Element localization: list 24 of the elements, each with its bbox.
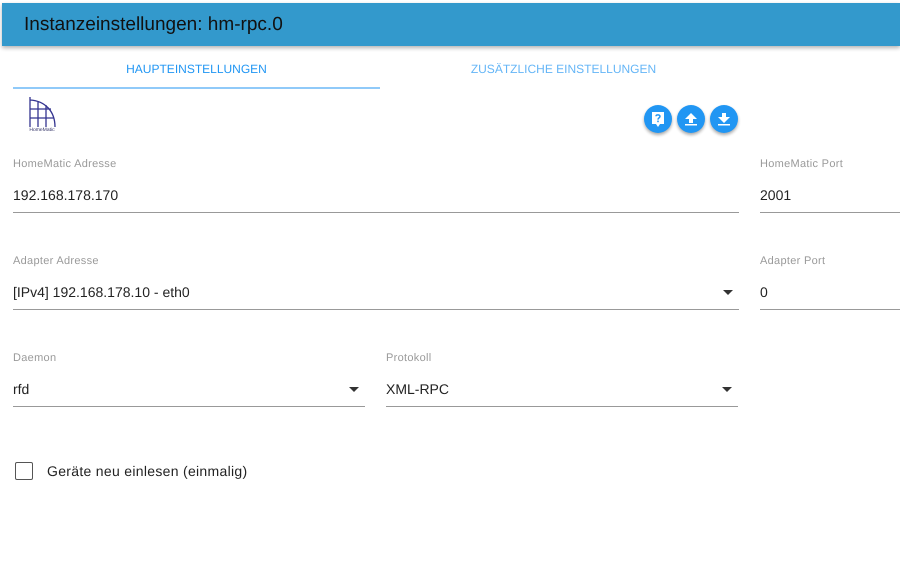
caret-icon [723, 290, 733, 294]
select-field[interactable]: rfd [13, 372, 365, 407]
select-field[interactable]: [IPv4] 192.168.178.10 - eth0 [13, 275, 739, 310]
field-label: Protokoll [386, 352, 432, 366]
field-label: Adapter Adresse [13, 255, 100, 269]
help-button[interactable] [644, 105, 672, 133]
select-field[interactable]: XML-RPC [386, 372, 738, 407]
input-field[interactable]: 0 [760, 275, 900, 310]
input-field[interactable]: 192.168.178.170 [13, 178, 739, 213]
upload-button[interactable] [677, 105, 705, 133]
download-icon [717, 112, 731, 126]
help-icon [651, 111, 665, 127]
field-label: Daemon [13, 352, 58, 366]
field-label: HomeMatic Port [760, 158, 844, 172]
caret-icon [722, 386, 732, 392]
checkbox[interactable] [15, 462, 33, 480]
download-button[interactable] [710, 105, 738, 133]
caret-icon [349, 386, 359, 392]
window-title: Instanzeinstellungen: hm-rpc.0 [24, 14, 283, 36]
field-label: Adapter Port [760, 255, 826, 269]
checkbox-label: Geräte neu einlesen (einmalig) [47, 463, 248, 479]
field-label: HomeMatic Adresse [13, 158, 118, 172]
input-field[interactable]: 2001 [760, 178, 900, 213]
upload-icon [684, 112, 698, 126]
